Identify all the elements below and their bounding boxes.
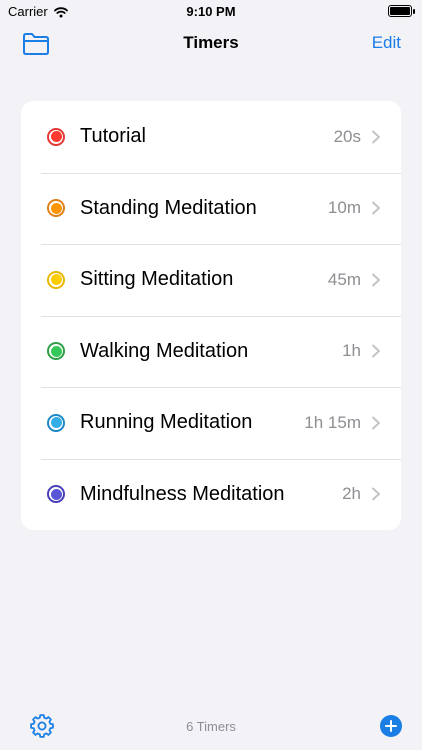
timer-name: Standing Meditation <box>80 196 257 219</box>
color-dot-icon <box>47 485 65 504</box>
timer-count-label: 6 Timers <box>186 719 236 734</box>
battery-icon <box>388 5 415 17</box>
chevron-right-icon <box>372 344 380 358</box>
timer-name: Sitting Meditation <box>80 268 234 291</box>
timer-row[interactable]: Walking Meditation 1h <box>21 315 401 388</box>
timer-row[interactable]: Tutorial 20s <box>21 101 401 173</box>
timer-duration: 20s <box>333 126 361 146</box>
color-dot-icon <box>47 342 65 361</box>
timer-name: Running Meditation <box>80 411 253 434</box>
color-dot-icon <box>47 199 65 218</box>
status-bar: Carrier 9:10 PM <box>0 0 422 24</box>
timer-duration: 45m <box>327 269 361 289</box>
page-title: Timers <box>183 33 239 52</box>
status-time: 9:10 PM <box>186 4 236 19</box>
color-dot-icon <box>47 413 65 432</box>
timer-duration: 2h <box>342 484 361 504</box>
timer-name: Mindfulness Meditation <box>80 482 285 505</box>
chevron-right-icon <box>372 273 380 287</box>
chevron-right-icon <box>372 201 380 215</box>
add-timer-button[interactable] <box>380 715 402 737</box>
screen: Carrier 9:10 PM Timers Edit Tutorial 20s <box>0 0 422 750</box>
chevron-right-icon <box>372 130 380 144</box>
timers-list: Tutorial 20s Standing Meditation 10m Sit… <box>21 101 401 530</box>
timer-row[interactable]: Mindfulness Meditation 2h <box>21 458 401 531</box>
timer-duration: 1h <box>342 341 361 361</box>
timer-name: Tutorial <box>80 125 146 148</box>
navigation-bar: Timers Edit <box>0 26 422 62</box>
color-dot-icon <box>47 127 65 146</box>
chevron-right-icon <box>372 416 380 430</box>
bottom-toolbar: 6 Timers <box>0 700 422 750</box>
color-dot-icon <box>47 270 65 289</box>
timer-name: Walking Meditation <box>80 339 249 362</box>
timer-duration: 1h 15m <box>304 412 361 432</box>
timer-row[interactable]: Standing Meditation 10m <box>21 172 401 245</box>
timer-row[interactable]: Sitting Meditation 45m <box>21 244 401 316</box>
timer-row[interactable]: Running Meditation 1h 15m <box>21 387 401 459</box>
timer-duration: 10m <box>327 198 361 218</box>
chevron-right-icon <box>372 487 380 501</box>
edit-button[interactable]: Edit <box>372 33 401 53</box>
